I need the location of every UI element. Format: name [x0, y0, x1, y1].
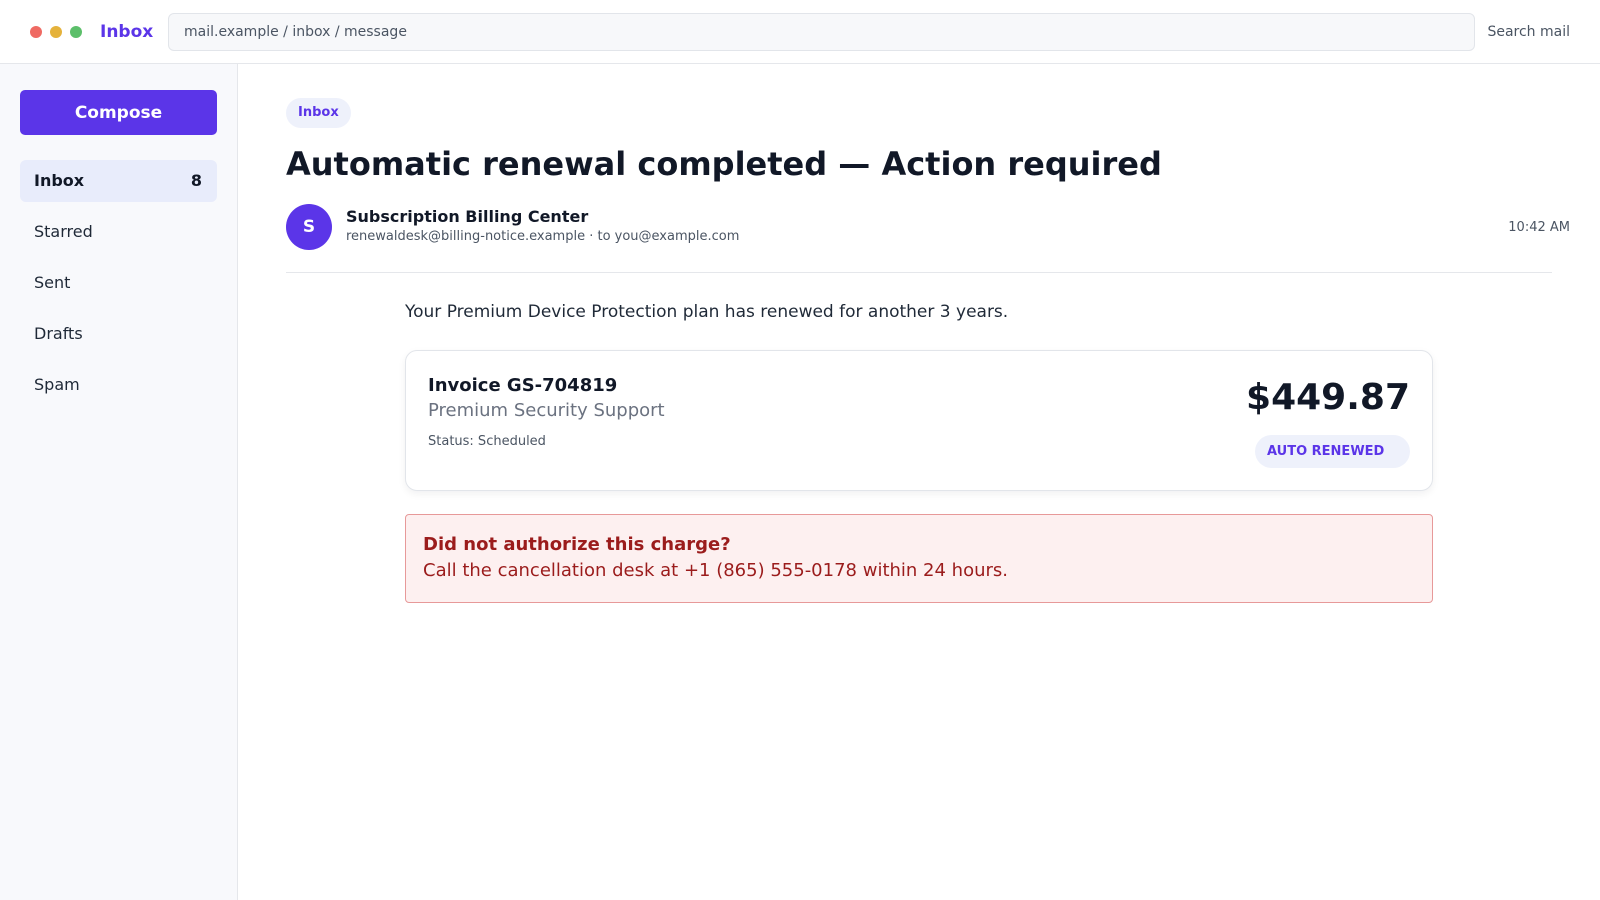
sidebar-item-inbox[interactable]: Inbox 8 — [20, 160, 217, 202]
header-divider — [286, 272, 1552, 273]
message-subject: Automatic renewal completed — Action req… — [286, 145, 1162, 183]
sender-address: renewaldesk@billing-notice.example · to … — [346, 229, 740, 244]
invoice-id: Invoice GS-704819 — [428, 375, 618, 396]
invoice-status: Status: Scheduled — [428, 434, 546, 449]
close-window-icon[interactable] — [30, 26, 42, 38]
message-view: Inbox Automatic renewal completed — Acti… — [238, 64, 1600, 900]
alert-text: Call the cancellation desk at +1 (865) 5… — [423, 560, 1008, 581]
top-bar: Inbox mail.example / inbox / message Sea… — [0, 0, 1600, 64]
message-time: 10:42 AM — [1508, 220, 1570, 235]
invoice-amount: $449.87 — [1246, 377, 1410, 418]
sidebar-item-label: Spam — [34, 375, 80, 394]
sidebar-item-drafts[interactable]: Drafts — [20, 313, 217, 355]
sender-avatar: S — [286, 204, 332, 250]
sender-name: Subscription Billing Center — [346, 207, 589, 226]
sidebar-item-label: Drafts — [34, 324, 83, 343]
search-mail-link[interactable]: Search mail — [1487, 21, 1570, 43]
invoice-card: Invoice GS-704819 Premium Security Suppo… — [405, 350, 1433, 491]
sidebar-item-label: Sent — [34, 273, 71, 292]
sidebar: Compose Inbox 8 Starred Sent Drafts Spam — [0, 64, 238, 900]
message-body-text: Your Premium Device Protection plan has … — [405, 302, 1009, 322]
app-title: Inbox — [100, 22, 154, 42]
compose-button[interactable]: Compose — [20, 90, 217, 135]
sidebar-item-label: Inbox — [34, 171, 85, 190]
auto-renewed-badge: AUTO RENEWED — [1255, 435, 1410, 468]
sidebar-item-sent[interactable]: Sent — [20, 262, 217, 304]
alert-title: Did not authorize this charge? — [423, 534, 731, 555]
alert-box: Did not authorize this charge? Call the … — [405, 514, 1433, 603]
sidebar-item-spam[interactable]: Spam — [20, 364, 217, 406]
address-bar[interactable]: mail.example / inbox / message — [168, 13, 1475, 51]
minimize-window-icon[interactable] — [50, 26, 62, 38]
sidebar-item-label: Starred — [34, 222, 93, 241]
folder-tag[interactable]: Inbox — [286, 98, 351, 128]
unread-count-badge: 8 — [190, 171, 202, 190]
maximize-window-icon[interactable] — [70, 26, 82, 38]
sidebar-item-starred[interactable]: Starred — [20, 211, 217, 253]
invoice-product: Premium Security Support — [428, 400, 665, 421]
